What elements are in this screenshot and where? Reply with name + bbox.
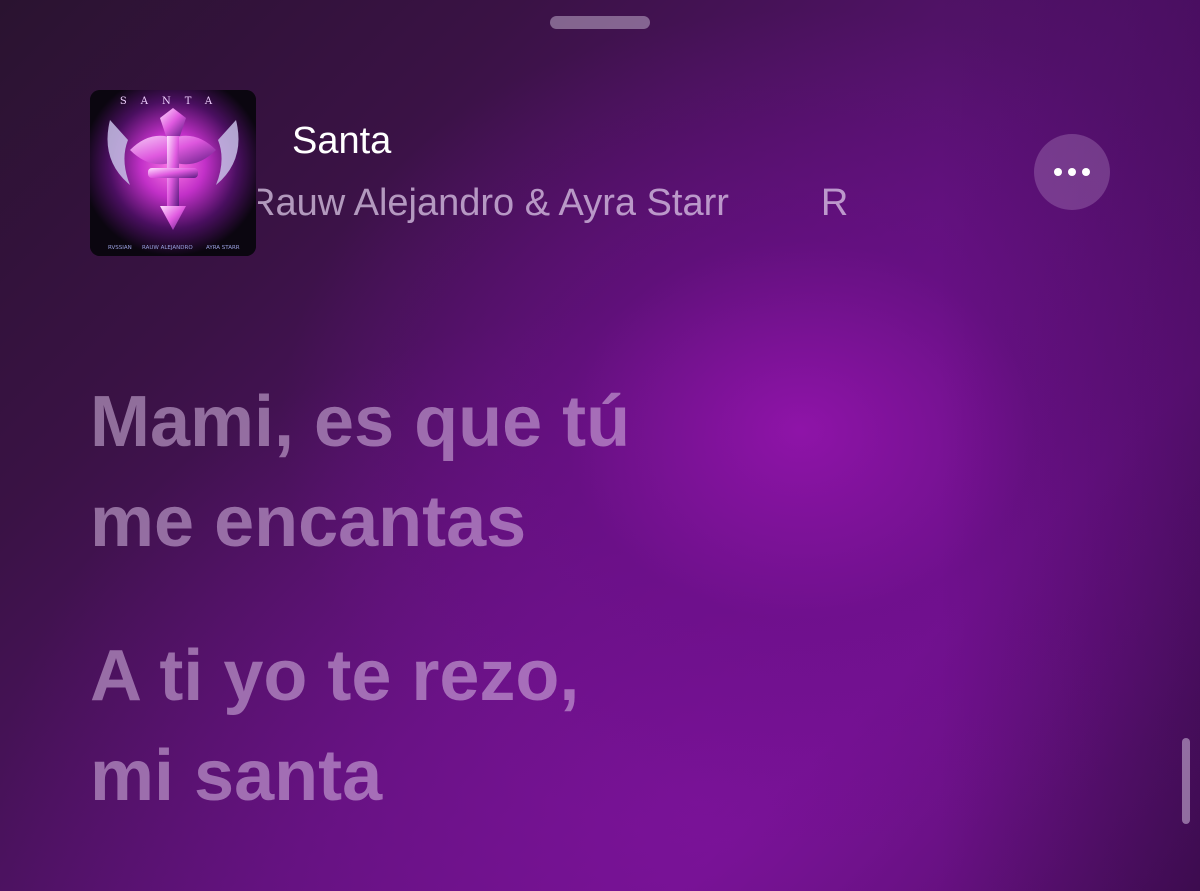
lyric-text: me encantas — [90, 482, 527, 562]
lyric-text: A ti yo te rezo, — [90, 636, 580, 716]
svg-text:RVSSIAN: RVSSIAN — [108, 245, 132, 251]
lyrics-scrollbar[interactable] — [1182, 738, 1190, 824]
lyrics-panel[interactable]: Mami, es que tú me encantas A ti yo te r… — [90, 372, 970, 880]
svg-text:RAUW ALEJANDRO: RAUW ALEJANDRO — [142, 245, 193, 251]
artwork-title-text: SANTA — [120, 96, 226, 107]
artist-name: Rauw Alejandro & Ayra Starr — [258, 182, 729, 224]
artist-line: Rauw Alejandro & Ayra Starr R — [258, 182, 848, 225]
ellipsis-icon — [1054, 168, 1090, 176]
album-artwork-image: SANTA RVSSIAN RAUW ALEJANDRO AYRA STARR — [90, 90, 256, 256]
album-artwork[interactable]: SANTA RVSSIAN RAUW ALEJANDRO AYRA STARR — [90, 90, 256, 256]
song-title[interactable]: Santa — [292, 120, 391, 163]
lyric-text: mi santa — [90, 736, 383, 816]
lyric-line[interactable]: A ti yo te rezo, mi santa — [90, 626, 970, 826]
more-options-button[interactable] — [1034, 134, 1110, 210]
lyric-text: Mami, es que tú — [90, 382, 631, 462]
artist-name-repeat-fragment: R — [820, 182, 849, 224]
sheet-grabber-handle[interactable] — [550, 16, 650, 29]
artist-marquee[interactable]: Rauw Alejandro & Ayra Starr R — [258, 182, 958, 232]
now-playing-header: SANTA RVSSIAN RAUW ALEJANDRO AYRA STARR … — [90, 90, 1130, 260]
lyric-line[interactable]: Mami, es que tú me encantas — [90, 372, 970, 572]
svg-text:AYRA STARR: AYRA STARR — [206, 245, 240, 251]
